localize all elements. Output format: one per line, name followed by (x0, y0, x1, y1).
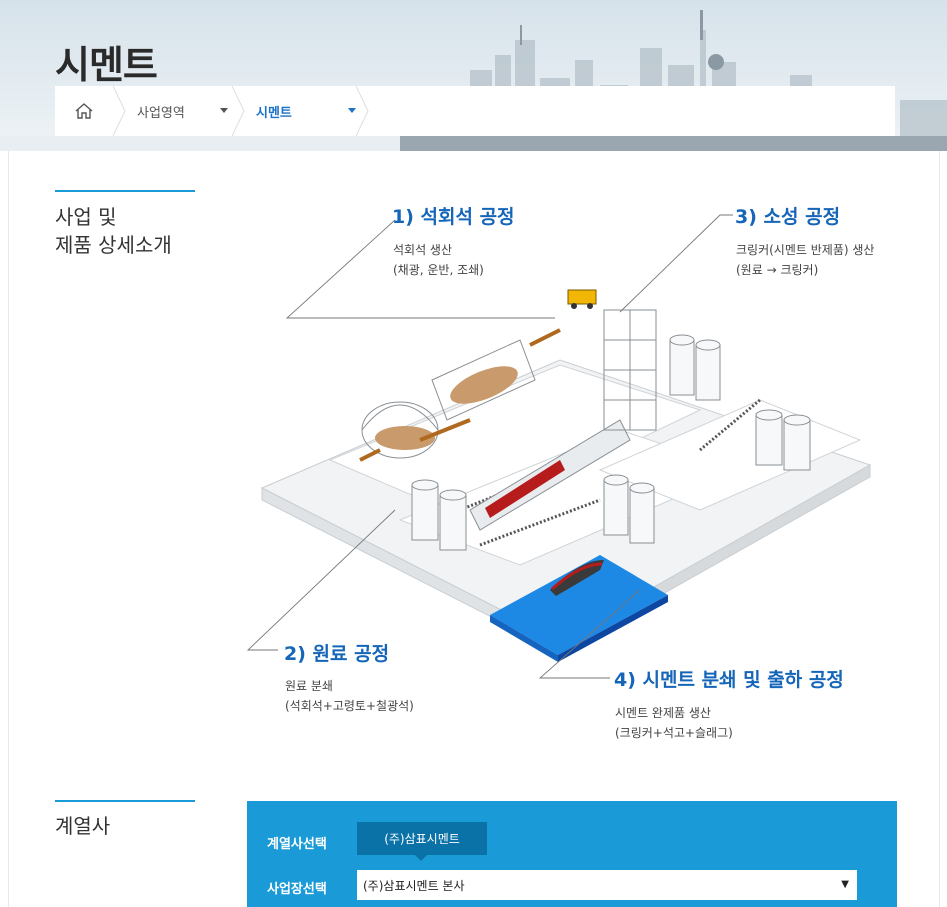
company-option-selected[interactable]: (주)삼표시멘트 (357, 822, 487, 861)
process-desc-line: 석회석 생산 (393, 243, 453, 257)
company-option-label: (주)삼표시멘트 (384, 832, 460, 846)
process-desc-line: 크링커(시멘트 반제품) 생산 (736, 243, 875, 257)
process-desc-line: (원료 → 크링커) (736, 263, 819, 277)
process-desc-raw-material: 원료 분쇄 (석회석+고령토+철광석) (285, 676, 414, 716)
process-desc-line: 시멘트 완제품 생산 (615, 706, 711, 720)
process-desc-limestone: 석회석 생산 (채광, 운반, 조쇄) (393, 240, 484, 280)
site-select[interactable]: (주)삼표시멘트 본사 ▼ (357, 870, 857, 900)
process-title-kiln: 3) 소성 공정 (735, 206, 841, 228)
process-desc-line: (석회석+고령토+철광석) (285, 699, 414, 713)
site-select-value: (주)삼표시멘트 본사 (363, 878, 465, 893)
process-title-grinding-shipping: 4) 시멘트 분쇄 및 출하 공정 (614, 669, 844, 691)
company-select-label: 계열사선택 (267, 837, 327, 852)
section-title-affiliates: 계열사 (55, 814, 111, 838)
process-desc-line: 원료 분쇄 (285, 679, 333, 693)
process-title-limestone: 1) 석회석 공정 (392, 206, 515, 228)
section-divider (55, 800, 195, 802)
dropdown-arrow-icon: ▼ (841, 879, 849, 890)
affiliate-selector-panel: 계열사선택 (주)삼표시멘트 사업장선택 (주)삼표시멘트 본사 ▼ (247, 801, 897, 907)
process-desc-grinding-shipping: 시멘트 완제품 생산 (크링커+석고+슬래그) (615, 703, 733, 743)
process-desc-kiln: 크링커(시멘트 반제품) 생산 (원료 → 크링커) (736, 240, 874, 280)
process-desc-line: (채광, 운반, 조쇄) (393, 263, 484, 277)
site-select-label: 사업장선택 (267, 882, 327, 897)
process-title-raw-material: 2) 원료 공정 (284, 643, 390, 665)
process-desc-line: (크링커+석고+슬래그) (615, 726, 733, 740)
